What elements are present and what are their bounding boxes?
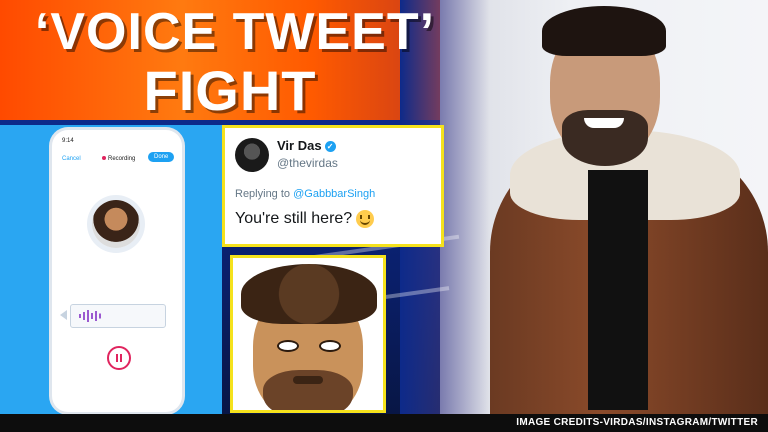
wave-bar	[95, 311, 97, 321]
tweet-author: Vir Das ✓	[277, 138, 336, 153]
smiley-icon	[356, 210, 375, 228]
record-dot-icon	[102, 156, 106, 161]
avatar	[92, 200, 140, 248]
tweet-card: Vir Das ✓ @thevirdas Replying to @Gabbbar…	[222, 125, 444, 247]
waveform-arrow-icon	[60, 310, 67, 320]
replying-prefix: Replying to	[235, 188, 291, 200]
wave-bar	[91, 313, 93, 319]
cartoon-eye	[277, 340, 299, 352]
phone-time: 9:14	[62, 138, 74, 144]
wave-bar	[87, 310, 89, 322]
cartoon-mouth	[293, 376, 323, 384]
headline-line2: FIGHT	[143, 59, 317, 122]
person-photo	[490, 0, 768, 420]
recording-label: Recording	[108, 156, 136, 162]
reply-handle-link[interactable]: @GabbbarSingh	[293, 188, 375, 200]
credits-bar: IMAGE CREDITS-VIRDAS/INSTAGRAM/TWITTER	[0, 414, 768, 432]
cartoon-hair	[241, 264, 377, 324]
cartoon-eye	[319, 340, 341, 352]
avatar	[235, 138, 269, 172]
wave-bar	[99, 313, 101, 319]
done-button[interactable]: Done	[148, 152, 175, 162]
tweet-body: You're still here?	[235, 210, 353, 228]
black-shirt	[588, 170, 648, 410]
wave-bar	[79, 314, 81, 318]
tweet-handle: @thevirdas	[277, 156, 338, 170]
smile	[584, 118, 624, 128]
replying-to: Replying to @GabbbarSingh	[235, 188, 375, 200]
headline-line1: ‘VOICE TWEET’	[34, 3, 436, 61]
cancel-button[interactable]: Cancel	[62, 156, 81, 162]
pause-button[interactable]	[107, 346, 131, 370]
hair	[542, 6, 666, 56]
image-credits: IMAGE CREDITS-VIRDAS/INSTAGRAM/TWITTER	[516, 417, 758, 428]
author-name: Vir Das	[277, 138, 322, 153]
cartoon-portrait	[230, 255, 386, 413]
phone-mockup: 9:14 Cancel Recording Done	[52, 130, 182, 412]
verified-icon: ✓	[324, 141, 336, 153]
wave-bar	[83, 312, 85, 320]
tweet-text: You're still here?	[235, 210, 375, 228]
voice-waveform	[70, 304, 166, 328]
recording-status: Recording	[102, 156, 135, 162]
